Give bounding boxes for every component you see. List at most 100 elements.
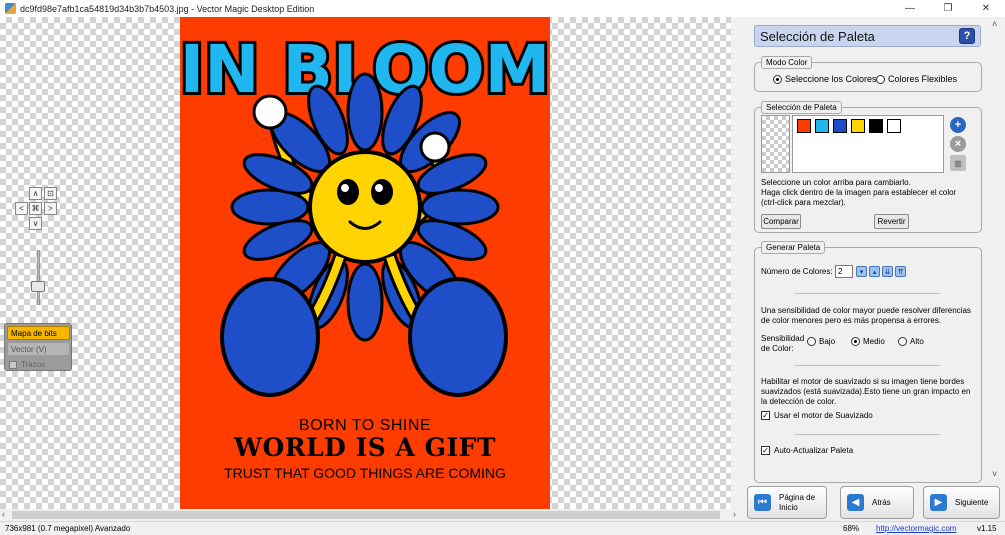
scroll-left-icon[interactable]: ‹ (2, 509, 5, 519)
image-canvas[interactable]: IN BLOOM BORN TO SHINE WORLD IS A GIFT T… (0, 17, 731, 509)
radio-unselected-icon[interactable] (898, 337, 907, 347)
scroll-right-icon[interactable]: › (733, 509, 736, 519)
pan-left-icon[interactable]: < (15, 202, 28, 215)
palette-panel: Selección de Paleta ? Modo Color Selecci… (743, 17, 1005, 521)
artwork-graphic: IN BLOOM (180, 28, 550, 397)
scroll-down-icon[interactable]: ˅ (992, 469, 997, 479)
remove-color-icon[interactable]: × (950, 136, 966, 152)
panel-title: Selección de Paleta (760, 28, 875, 44)
seleccion-paleta-group: Selección de Paleta + × ▥ Seleccione un … (754, 101, 982, 233)
right-foot (408, 277, 508, 397)
sensitivity-label-1: Sensibilidad (761, 334, 805, 343)
separator (795, 434, 940, 435)
maximize-button[interactable]: ❐ (929, 0, 967, 17)
sun-face (308, 150, 422, 264)
title-bar: dc9fd98e7afb1ca54819d34b3b7b4503.jpg - V… (0, 0, 1005, 17)
radio-colores-flexibles[interactable]: Colores Flexibles (876, 74, 957, 85)
add-color-icon[interactable]: + (950, 117, 966, 133)
zoom-level: 68% (843, 524, 860, 533)
decrease-icon[interactable]: ▾ (856, 266, 867, 277)
horizontal-scroll-thumb[interactable] (12, 511, 720, 519)
palette-swatch[interactable] (851, 119, 865, 133)
radio-unselected-icon[interactable] (807, 337, 816, 347)
palette-swatch[interactable] (869, 119, 883, 133)
palette-swatch[interactable] (797, 119, 811, 133)
radio-selected-icon[interactable] (851, 337, 860, 347)
canvas-vertical-scrollbar[interactable] (731, 17, 743, 509)
help-icon[interactable]: ? (959, 28, 975, 44)
left-foot (220, 277, 320, 397)
window-controls: — ❐ ✕ (891, 0, 1005, 17)
generar-paleta-group: Generar Paleta Número de Colores: 2 ▾ ▴ … (754, 241, 982, 483)
radio-medio[interactable]: Medio (851, 337, 885, 347)
bitmap-view-button[interactable]: Mapa de bits (B) (7, 326, 70, 352)
app-logo-icon (5, 3, 16, 14)
image-dimensions: 736x981 (0.7 megapixel) Avanzado (5, 524, 131, 533)
trust-text: TRUST THAT GOOD THINGS ARE COMING (224, 465, 506, 481)
smoothing-text-3: la detección de color. (761, 397, 837, 406)
compare-button[interactable]: Comparar (761, 214, 801, 229)
close-button[interactable]: ✕ (967, 0, 1005, 17)
sensitivity-label-2: de Color: (761, 344, 794, 353)
palette-library-icon[interactable]: ▥ (950, 155, 966, 171)
next-button[interactable]: ▶ Siguiente (923, 486, 1000, 519)
increase-fast-icon[interactable]: ⇈ (895, 266, 906, 277)
smoothing-text-1: Habilitar el motor de suavizado si su im… (761, 377, 965, 386)
pan-down-icon[interactable]: ∨ (29, 217, 42, 230)
zoom-slider-thumb[interactable] (31, 281, 45, 292)
separator (795, 293, 940, 294)
modo-color-group: Modo Color Seleccione los Colores Colore… (754, 56, 982, 92)
color-preview-swatch (761, 115, 790, 173)
minimize-button[interactable]: — (891, 0, 929, 17)
view-mode-panel: Mapa de bits (B) Vector (V) Trazos (4, 323, 72, 371)
sensitivity-text-1: Una sensibilidad de color mayor puede re… (761, 306, 971, 315)
radio-alto[interactable]: Alto (898, 337, 924, 347)
home-icon: ⏮ (754, 494, 771, 511)
zoom-slider-track[interactable] (37, 250, 40, 305)
smoothing-checkbox[interactable]: ✓ Usar el motor de Suavizado (761, 411, 873, 421)
website-link[interactable]: http://vectormagic.com (876, 524, 956, 533)
help-text-2: Haga click dentro de la imagen para esta… (761, 188, 957, 197)
palette-swatch[interactable] (833, 119, 847, 133)
sensitivity-text-2: de color menores pero es más propensa a … (761, 316, 942, 325)
radio-unselected-icon[interactable] (876, 75, 885, 85)
version-label: v1.15 (977, 524, 997, 533)
vector-view-button[interactable]: Vector (V) (7, 342, 70, 356)
back-arrow-icon: ◀ (847, 494, 864, 511)
panel-header: Selección de Paleta ? (754, 25, 981, 47)
seleccion-paleta-legend: Selección de Paleta (761, 101, 842, 114)
pan-controls: ∧ ⊡ < ⌘ > ∨ (15, 187, 60, 232)
palette-swatch[interactable] (887, 119, 901, 133)
panel-scrollbar[interactable]: ˄ ˅ (987, 17, 1005, 484)
revert-button[interactable]: Revertir (874, 214, 909, 229)
home-button[interactable]: ⏮ Página de Inicio (747, 486, 827, 519)
help-text-1: Seleccione un color arriba para cambiarl… (761, 178, 911, 187)
canvas-horizontal-scrollbar[interactable]: ‹ › (0, 509, 743, 521)
decrease-fast-icon[interactable]: ⇊ (882, 266, 893, 277)
num-colors-input[interactable]: 2 (835, 265, 853, 278)
checkmark-icon[interactable]: ✓ (761, 411, 770, 421)
radio-selected-icon[interactable] (773, 75, 782, 85)
increase-icon[interactable]: ▴ (869, 266, 880, 277)
center-view-icon[interactable]: ⌘ (29, 202, 42, 215)
scroll-up-icon[interactable]: ˄ (992, 19, 997, 29)
wizard-navigation: ⏮ Página de Inicio ◀ Atrás ▶ Siguiente (743, 484, 1005, 521)
pan-up-icon[interactable]: ∧ (29, 187, 42, 200)
trazos-label: Trazos (21, 360, 46, 369)
left-glove (252, 94, 288, 130)
checkmark-icon[interactable]: ✓ (761, 446, 770, 456)
auto-update-checkbox[interactable]: ✓ Auto-Actualizar Paleta (761, 446, 853, 456)
window-title: dc9fd98e7afb1ca54819d34b3b7b4503.jpg - V… (20, 3, 315, 14)
world-is-a-gift-text: WORLD IS A GIFT (233, 433, 497, 462)
palette-swatch-box[interactable] (792, 115, 944, 173)
radio-seleccione-colores[interactable]: Seleccione los Colores (773, 74, 877, 85)
radio-bajo[interactable]: Bajo (807, 337, 835, 347)
modo-color-legend: Modo Color (761, 56, 813, 69)
back-button[interactable]: ◀ Atrás (840, 486, 914, 519)
palette-swatch[interactable] (815, 119, 829, 133)
right-glove (419, 131, 451, 163)
fit-view-icon[interactable]: ⊡ (44, 187, 57, 200)
pan-right-icon[interactable]: > (44, 202, 57, 215)
separator (795, 365, 940, 366)
artwork-image[interactable]: IN BLOOM BORN TO SHINE WORLD IS A GIFT T… (180, 17, 550, 509)
